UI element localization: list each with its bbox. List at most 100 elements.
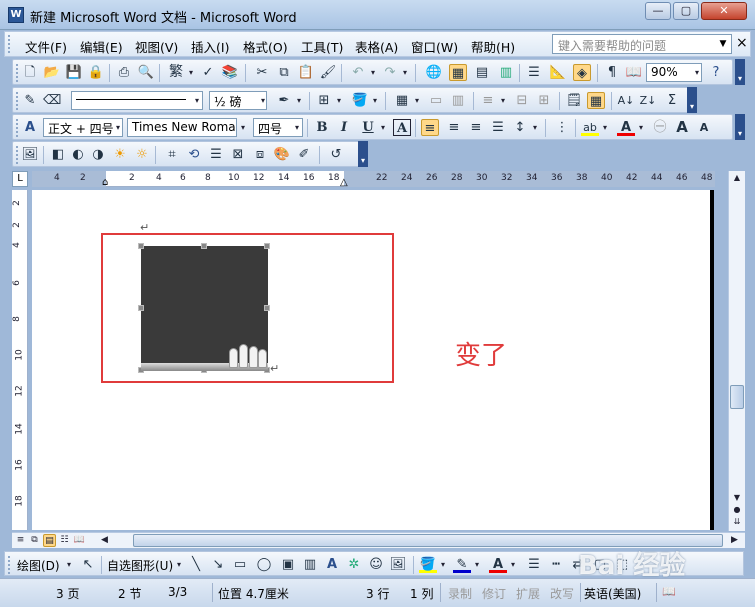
split-cells-icon[interactable]: ▥ — [449, 92, 467, 109]
font-color-icon[interactable]: A — [489, 556, 507, 573]
tab-selector[interactable]: L — [12, 171, 28, 187]
zoom-dropdown-icon[interactable]: ▾ — [691, 63, 703, 82]
vertical-scrollbar[interactable]: ▲ ▼ ● ⇊ — [728, 171, 745, 531]
line-spacing-icon[interactable]: ↕ — [511, 119, 529, 136]
format-picture-icon[interactable]: 🎨 — [273, 146, 291, 163]
autoshapes-menu-button[interactable]: 自选图形(U) — [107, 557, 173, 574]
toolbar-options-icon[interactable]: ▾ — [735, 114, 745, 140]
format-painter-icon[interactable]: 🖌 — [319, 64, 337, 81]
italic-button[interactable]: I — [335, 119, 353, 136]
insert-picture-icon[interactable]: 🖼 — [21, 146, 39, 163]
diagram-icon[interactable]: ✲ — [345, 556, 363, 573]
draw-menu-button[interactable]: 绘图(D) — [17, 557, 60, 574]
close-button[interactable]: ✕ — [701, 2, 747, 20]
toolbar-grip[interactable] — [16, 119, 19, 137]
underline-button[interactable]: U — [359, 119, 377, 136]
minimize-button[interactable]: — — [645, 2, 671, 20]
rectangle-icon[interactable]: ▭ — [231, 556, 249, 573]
arrow-icon[interactable]: ↘ — [209, 556, 227, 573]
cut-icon[interactable]: ✂ — [253, 64, 271, 81]
text-wrapping-icon[interactable]: ⧈ — [251, 146, 269, 163]
less-contrast-icon[interactable]: ◑ — [89, 146, 107, 163]
distributed-align-icon[interactable]: ☰ — [489, 119, 507, 136]
outline-view-icon[interactable]: ☷ — [58, 534, 71, 547]
scroll-left-icon[interactable]: ◀ — [98, 534, 111, 547]
more-contrast-icon[interactable]: ◐ — [69, 146, 87, 163]
print-preview-icon[interactable]: 🔍 — [137, 64, 155, 81]
character-border-button[interactable]: A — [393, 119, 411, 136]
hyperlink-icon[interactable]: 🌐 — [425, 64, 443, 81]
line-style-icon[interactable]: ☰ — [207, 146, 225, 163]
menu-table[interactable]: 表格(A) — [355, 37, 398, 56]
research-icon[interactable]: 📚 — [221, 64, 239, 81]
insert-picture-icon[interactable]: 🖼 — [389, 556, 407, 573]
vertical-text-box-icon[interactable]: ▥ — [301, 556, 319, 573]
font-color-dropdown-icon[interactable]: ▾ — [507, 555, 519, 574]
grow-font-icon[interactable]: A — [673, 119, 691, 136]
columns-icon[interactable]: ☰ — [525, 64, 543, 81]
scroll-right-icon[interactable]: ▶ — [728, 534, 741, 547]
drawing-icon[interactable]: 📐 — [549, 64, 567, 81]
line-style-select[interactable] — [71, 91, 203, 110]
line-style-dropdown-icon[interactable]: ▾ — [191, 91, 203, 110]
reset-picture-icon[interactable]: ↺ — [327, 146, 345, 163]
align-dropdown-icon[interactable]: ▾ — [497, 91, 509, 110]
style-dropdown-icon[interactable]: ▾ — [112, 118, 124, 137]
more-brightness-icon[interactable]: ☀ — [111, 146, 129, 163]
line-icon[interactable]: ╲ — [187, 556, 205, 573]
tables-borders-icon[interactable]: ▦ — [449, 64, 467, 81]
reading-view-icon[interactable]: 📖 — [73, 534, 86, 547]
less-brightness-icon[interactable]: ☼ — [133, 146, 151, 163]
compress-pictures-icon[interactable]: ⊠ — [229, 146, 247, 163]
align-icon[interactable]: ≡ — [479, 92, 497, 109]
select-browse-object-icon[interactable]: ● — [731, 505, 743, 517]
shrink-font-icon[interactable]: A — [695, 119, 713, 136]
rotate-left-icon[interactable]: ⟲ — [185, 146, 203, 163]
status-overtype[interactable]: 改写 — [550, 585, 574, 602]
oval-icon[interactable]: ◯ — [255, 556, 273, 573]
underline-dropdown-icon[interactable]: ▾ — [377, 118, 389, 137]
save-icon[interactable]: 💾 — [65, 64, 83, 81]
redo-icon[interactable]: ↷ — [381, 64, 399, 81]
font-dropdown-icon[interactable]: ▾ — [237, 118, 249, 137]
word-app-icon[interactable]: W — [8, 7, 24, 23]
line-spacing-dropdown-icon[interactable]: ▾ — [529, 118, 541, 137]
text-box-icon[interactable]: ▣ — [279, 556, 297, 573]
copy-icon[interactable]: ⧉ — [275, 64, 293, 81]
line-weight-dropdown-icon[interactable]: ▾ — [257, 91, 269, 110]
highlight-icon[interactable]: ab — [581, 119, 599, 136]
autosum-icon[interactable]: Σ — [663, 92, 681, 109]
line-style-icon[interactable]: ☰ — [525, 556, 543, 573]
vertical-scroll-thumb[interactable] — [730, 385, 744, 409]
spelling-status-icon[interactable]: 📖 — [662, 585, 676, 598]
show-hide-icon[interactable]: ¶ — [603, 64, 621, 81]
border-color-dropdown-icon[interactable]: ▾ — [293, 91, 305, 110]
next-page-icon[interactable]: ⇊ — [731, 517, 743, 529]
help-dropdown-icon[interactable]: ▼ — [716, 35, 730, 53]
line-color-icon[interactable]: ✎ — [453, 556, 471, 573]
styles-formatting-icon[interactable]: A — [21, 119, 39, 136]
read-icon[interactable]: 📖 — [625, 64, 643, 81]
color-icon[interactable]: ◧ — [49, 146, 67, 163]
clip-art-icon[interactable]: ☺ — [367, 556, 385, 573]
insert-excel-icon[interactable]: ▥ — [497, 64, 515, 81]
toolbar-grip[interactable] — [8, 556, 11, 574]
enclose-characters-icon[interactable]: ㊀ — [651, 119, 669, 136]
normal-view-icon[interactable]: ≡ — [14, 534, 27, 547]
menu-insert[interactable]: 插入(I) — [191, 37, 229, 56]
border-color-icon[interactable]: ✒ — [275, 92, 293, 109]
shading-dropdown-icon[interactable]: ▾ — [369, 91, 381, 110]
toolbar-options-icon[interactable]: ▾ — [735, 59, 745, 85]
sort-descending-icon[interactable]: Z↓ — [639, 92, 657, 109]
undo-dropdown-icon[interactable]: ▾ — [367, 63, 379, 82]
style-select[interactable]: 正文 + 四号 — [43, 118, 123, 137]
menu-tools[interactable]: 工具(T) — [301, 37, 343, 56]
help-icon[interactable]: ? — [707, 64, 725, 81]
print-layout-view-icon[interactable]: ▤ — [43, 534, 56, 547]
new-document-icon[interactable]: 🗋 — [21, 64, 39, 81]
menu-edit[interactable]: 编辑(E) — [80, 37, 123, 56]
menu-help[interactable]: 帮助(H) — [471, 37, 515, 56]
eraser-icon[interactable]: ⌫ — [43, 92, 61, 109]
outside-border-icon[interactable]: ⊞ — [315, 92, 333, 109]
menu-format[interactable]: 格式(O) — [243, 37, 288, 56]
